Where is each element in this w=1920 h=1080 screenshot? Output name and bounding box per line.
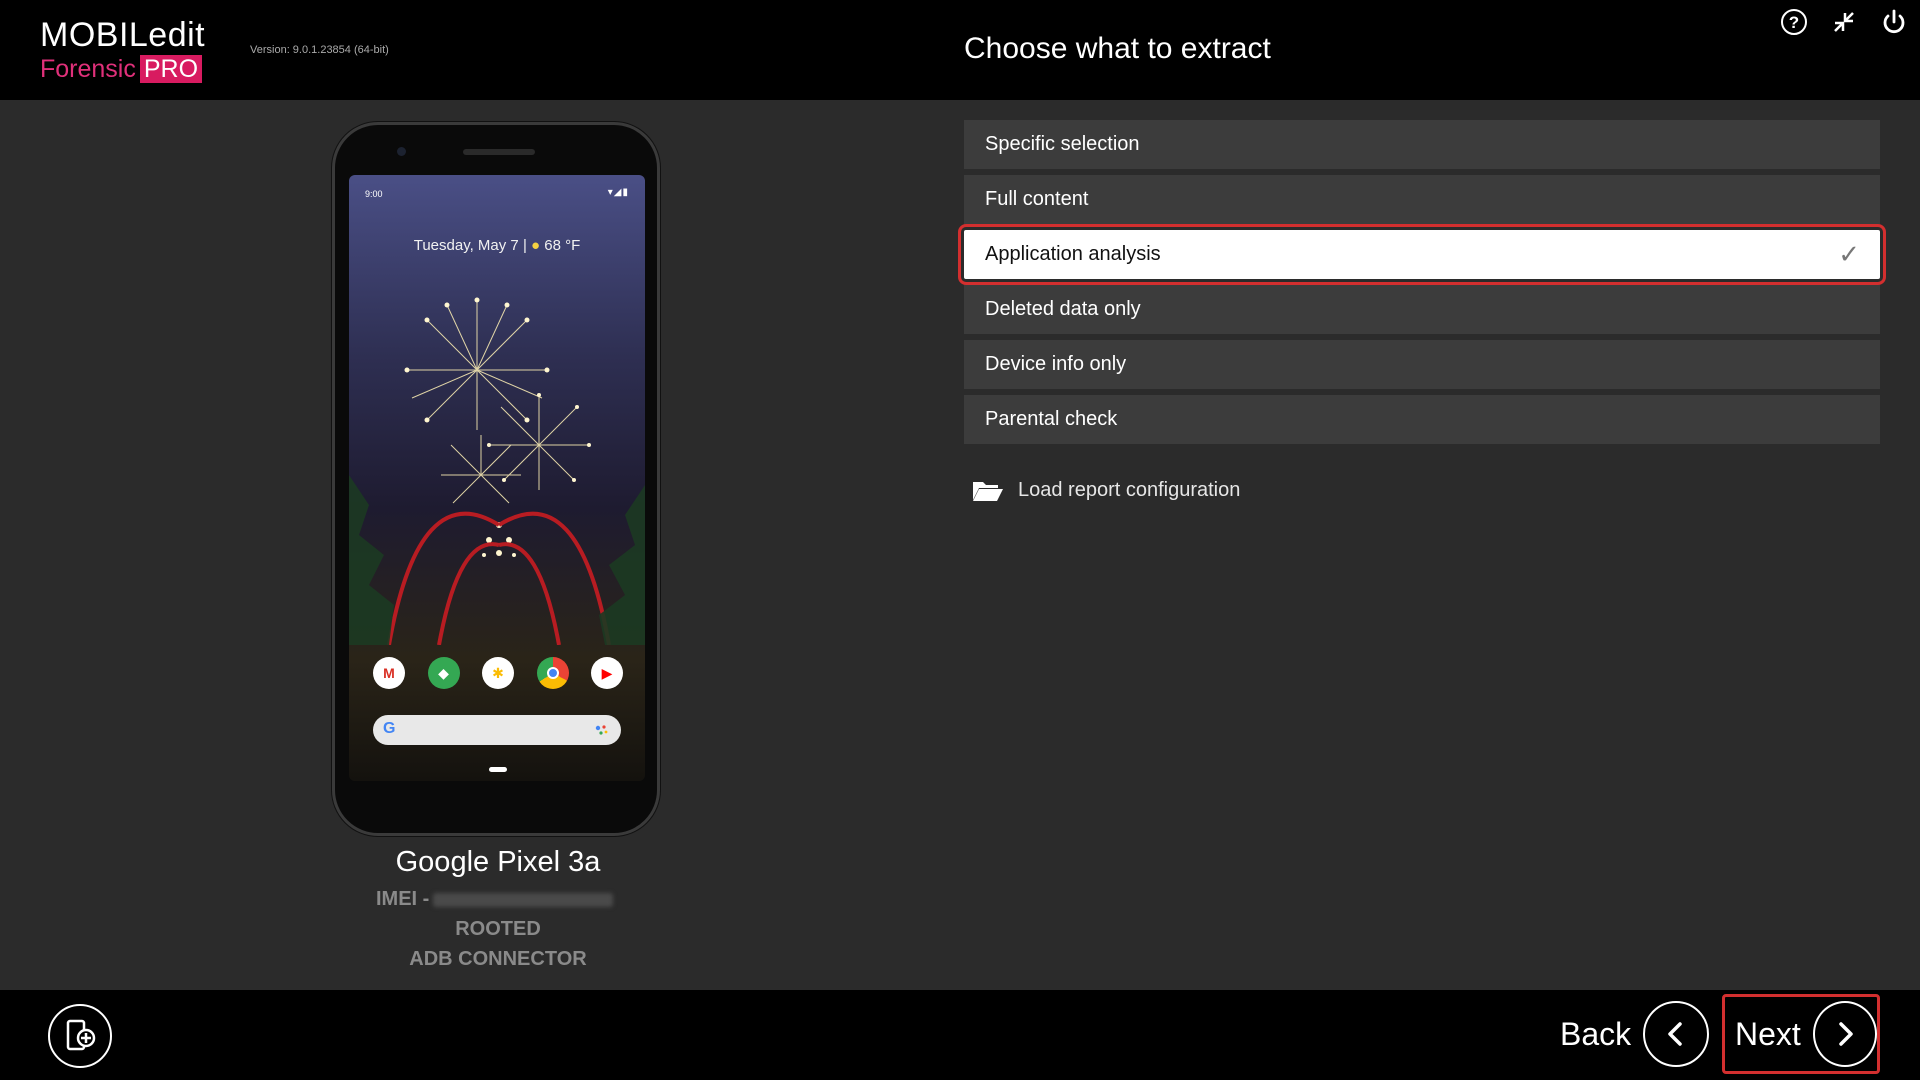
status-icons: ▾◢▮ [607, 187, 629, 198]
google-search-bar[interactable]: G [373, 715, 621, 745]
add-device-button[interactable] [48, 1004, 112, 1068]
load-report-configuration[interactable]: Load report configuration [972, 478, 1240, 502]
device-name: Google Pixel 3a [395, 846, 601, 878]
phone-preview: 9:00 ▾◢▮ Tuesday, May 7 | ● 68 °F M ◆ ✱ … [332, 122, 660, 836]
youtube-icon[interactable]: ▶ [591, 657, 623, 689]
page-title: Choose what to extract [964, 32, 1271, 65]
option-application-analysis[interactable]: Application analysis ✓ [958, 224, 1886, 285]
chevron-right-icon [1812, 1001, 1877, 1067]
gmail-icon[interactable]: M [373, 657, 405, 689]
maps-icon[interactable]: ◆ [427, 657, 460, 689]
power-icon[interactable] [1878, 6, 1910, 38]
header-icons: ? [1778, 6, 1910, 38]
minimize-icon[interactable] [1828, 6, 1860, 38]
phone-speaker [463, 149, 535, 155]
chevron-left-icon [1643, 1001, 1710, 1067]
next-button[interactable]: Next [1722, 994, 1880, 1074]
checkmark-icon: ✓ [1838, 239, 1860, 269]
next-label: Next [1735, 1015, 1801, 1052]
add-device-icon [66, 1019, 96, 1051]
wallpaper-fireworks [349, 297, 645, 645]
app-dock: M ◆ ✱ ▶ [373, 657, 623, 689]
option-full-content[interactable]: Full content [964, 175, 1880, 224]
rooted-status: ROOTED [455, 918, 541, 940]
temp-text: 68 °F [544, 237, 581, 254]
status-time: 9:00 [365, 189, 383, 199]
option-deleted-data-only[interactable]: Deleted data only [964, 285, 1880, 334]
app-logo: MOBILedit Forensic PRO [40, 16, 205, 84]
assistant-icon [595, 725, 608, 735]
folder-open-icon [973, 482, 1003, 501]
date-divider: | [522, 237, 532, 254]
logo-forensic: Forensic [40, 55, 136, 83]
logo-line1: MOBILedit [40, 16, 206, 54]
phone-camera [397, 147, 406, 156]
app-window: MOBILedit Forensic PRO Version: 9.0.1.238… [0, 0, 1920, 1080]
option-label: Application analysis [985, 243, 1161, 265]
footer-bar: Back Next [0, 990, 1920, 1080]
header-bar: MOBILedit Forensic PRO Version: 9.0.1.238… [0, 0, 1920, 100]
connector-status: ADB CONNECTOR [409, 948, 587, 970]
extraction-options: Specific selection Full content Applicat… [958, 120, 1886, 450]
load-config-label: Load report configuration [1018, 478, 1241, 501]
back-label: Back [1560, 1015, 1632, 1052]
photos-icon[interactable]: ✱ [482, 657, 514, 689]
option-parental-check[interactable]: Parental check [964, 395, 1880, 444]
version-text: Version: 9.0.1.23854 (64-bit) [250, 44, 389, 56]
google-g-icon: G [383, 720, 396, 737]
logo-pro-badge: PRO [139, 55, 203, 83]
phone-screen: 9:00 ▾◢▮ Tuesday, May 7 | ● 68 °F M ◆ ✱ … [349, 175, 645, 781]
option-specific-selection[interactable]: Specific selection [964, 120, 1880, 169]
logo-line2: Forensic PRO [40, 54, 205, 84]
lockscreen-date: Tuesday, May 7 | ● 68 °F [349, 237, 645, 254]
sun-icon: ● [531, 237, 541, 254]
imei-redacted [433, 892, 614, 907]
svg-text:?: ? [1789, 13, 1799, 32]
help-icon[interactable]: ? [1778, 6, 1810, 38]
imei-line: IMEI - [376, 888, 614, 911]
date-text: Tuesday, May 7 [413, 237, 519, 254]
chrome-icon[interactable] [536, 657, 569, 689]
imei-label: IMEI - [376, 888, 430, 910]
back-button[interactable]: Back [1560, 994, 1710, 1074]
home-pill [489, 767, 507, 772]
option-device-info-only[interactable]: Device info only [964, 340, 1880, 389]
